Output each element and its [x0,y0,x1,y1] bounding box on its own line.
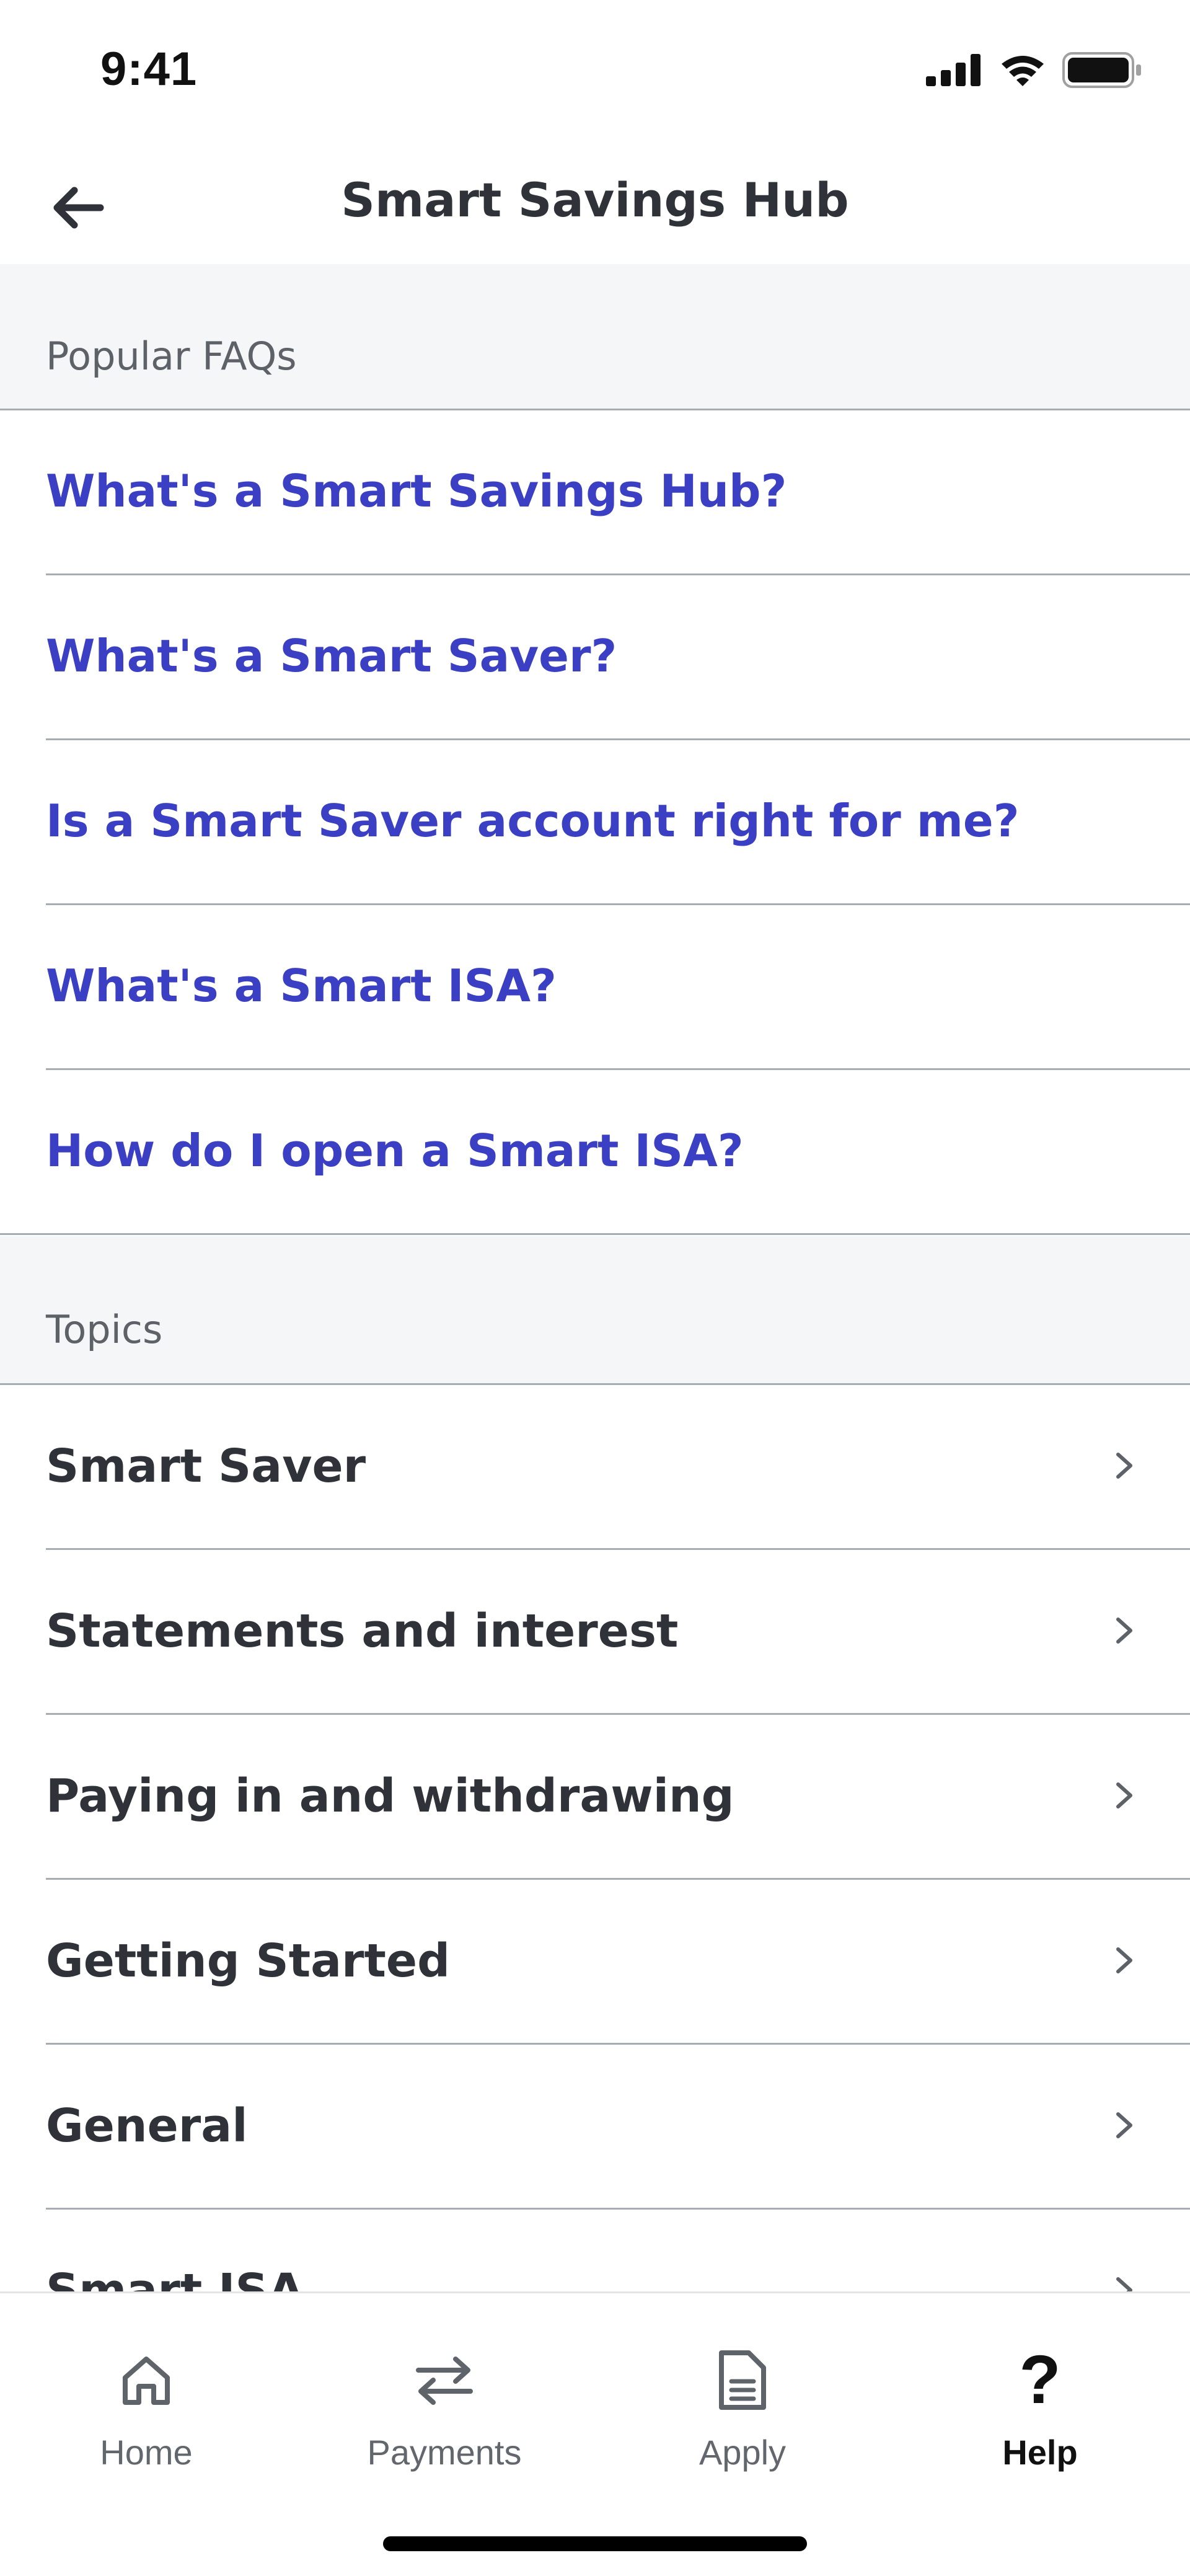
chevron-right-icon [1116,1453,1132,1479]
faq-item[interactable]: Is a Smart Saver account right for me? [46,740,1190,905]
faq-link[interactable]: What's a Smart Saver? [46,630,617,682]
faq-list: What's a Smart Savings Hub? What's a Sma… [0,410,1190,1235]
chevron-right-icon [1116,2112,1132,2138]
bottom-tab-bar: Home Payments Apply ? Help [0,2291,1190,2576]
faq-link[interactable]: What's a Smart Savings Hub? [46,465,787,517]
home-icon [123,2357,170,2405]
tab-apply[interactable]: Apply [650,2343,835,2472]
topic-label: Statements and interest [46,1604,679,1658]
topic-item[interactable]: Paying in and withdrawing [46,1715,1190,1880]
topics-section-label: Topics [46,1307,163,1352]
chevron-right-icon [1116,1618,1132,1644]
wifi-icon [1002,56,1044,86]
battery-icon [1062,52,1141,88]
faq-link[interactable]: Is a Smart Saver account right for me? [46,795,1019,847]
topics-list: Smart Saver Statements and interest Payi… [0,1385,1190,2375]
faq-item[interactable]: What's a Smart ISA? [46,905,1190,1070]
tab-apply-label: Apply [699,2433,787,2472]
document-icon [719,2350,766,2410]
status-bar: 9:41 [0,0,1190,143]
topic-item[interactable]: Getting Started [46,1880,1190,2045]
topic-item[interactable]: Smart Saver [46,1385,1190,1550]
status-time: 9:41 [100,43,198,95]
chevron-right-icon [1116,1947,1132,1973]
faq-item[interactable]: What's a Smart Savings Hub? [46,410,1190,575]
status-icons [926,52,1143,88]
faq-section-label: Popular FAQs [46,334,297,379]
faq-link[interactable]: How do I open a Smart ISA? [46,1125,744,1177]
topics-section-header: Topics [0,1236,1190,1385]
question-mark-icon: ? [1019,2342,1061,2418]
app-header: Smart Savings Hub [0,143,1190,264]
home-indicator[interactable] [383,2536,807,2551]
tab-home[interactable]: Home [53,2343,239,2472]
tab-help-label: Help [1002,2433,1078,2472]
topic-label: Getting Started [46,1934,451,1988]
topic-item[interactable]: Statements and interest [46,1550,1190,1715]
topic-label: General [46,2099,248,2153]
tab-payments[interactable]: Payments [351,2343,537,2472]
cellular-signal-icon [926,54,981,86]
tab-home-label: Home [100,2433,193,2472]
faq-item[interactable]: How do I open a Smart ISA? [0,1070,1190,1235]
faq-item[interactable]: What's a Smart Saver? [46,575,1190,740]
topic-item[interactable]: General [46,2045,1190,2210]
chevron-right-icon [1116,1782,1132,1808]
tab-help[interactable]: ? Help [947,2343,1133,2472]
tab-payments-label: Payments [367,2433,522,2472]
topic-label: Paying in and withdrawing [46,1769,734,1823]
topic-label: Smart Saver [46,1440,366,1493]
faq-link[interactable]: What's a Smart ISA? [46,960,557,1012]
transfer-arrows-icon [416,2357,473,2405]
page-title: Smart Savings Hub [341,172,849,228]
faq-section-header: Popular FAQs [0,264,1190,410]
